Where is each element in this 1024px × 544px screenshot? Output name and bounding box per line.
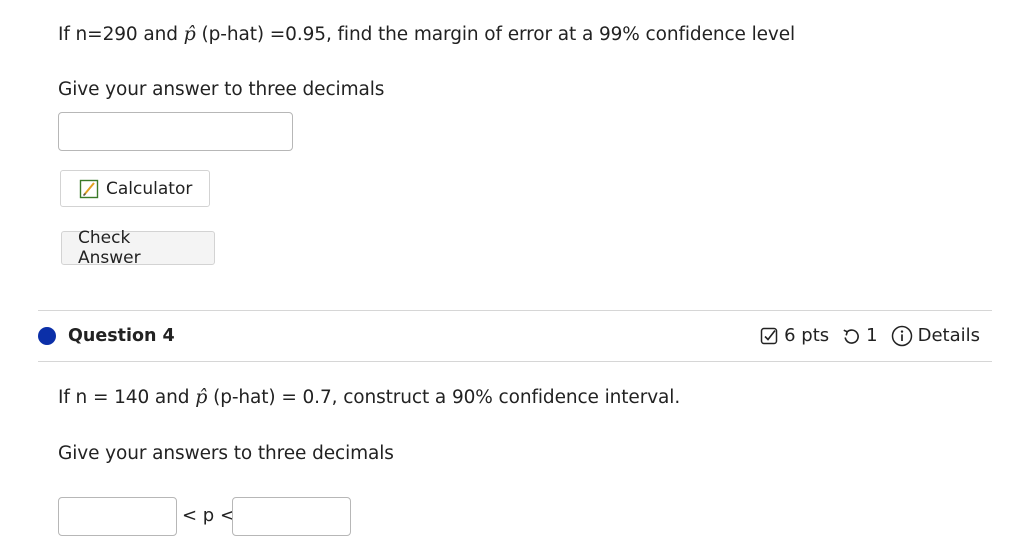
question-3-text: If n=290 and p̂ (p-hat) =0.95, find the … [58, 22, 795, 47]
question-4-points: 6 pts [784, 325, 830, 346]
question-header-top-divider [38, 310, 992, 311]
question-4-meta: 6 pts 1 Details [760, 324, 980, 348]
question-4-text-suffix: (p-hat) = 0.7, construct a 90% confidenc… [213, 387, 681, 408]
question-3-text-suffix: (p-hat) =0.95, find the margin of error … [201, 24, 796, 45]
inequality-p-label: < p < [182, 505, 236, 526]
calculator-button-label: Calculator [106, 178, 193, 199]
p-hat-symbol: p̂ [183, 23, 196, 45]
details-link[interactable]: Details [891, 324, 980, 348]
question-4-retries: 1 [866, 325, 878, 346]
details-label: Details [917, 325, 980, 346]
question-3-answer-input[interactable] [58, 112, 293, 151]
question-page: If n=290 and p̂ (p-hat) =0.95, find the … [0, 0, 1024, 544]
question-4-text: If n = 140 and p̂ (p-hat) = 0.7, constru… [58, 385, 680, 410]
lower-bound-input[interactable] [58, 497, 177, 536]
question-3-instruction: Give your answer to three decimals [58, 79, 385, 100]
question-4-instruction: Give your answers to three decimals [58, 443, 394, 464]
calculator-button[interactable]: Calculator [60, 170, 210, 207]
retry-icon [842, 327, 861, 346]
checkbox-icon [760, 327, 779, 346]
question-status-dot [38, 327, 56, 345]
check-answer-button-label: Check Answer [78, 228, 141, 268]
p-hat-symbol: p̂ [195, 386, 208, 408]
upper-bound-input[interactable] [232, 497, 351, 536]
check-answer-button[interactable]: Check Answer [61, 228, 215, 268]
info-icon [891, 325, 913, 347]
question-4-text-prefix: If n = 140 and [58, 387, 190, 408]
question-3-text-prefix: If n=290 and [58, 24, 178, 45]
question-4-title: Question 4 [68, 326, 175, 346]
question-header-bottom-divider [38, 361, 992, 362]
calculator-icon [79, 179, 99, 199]
